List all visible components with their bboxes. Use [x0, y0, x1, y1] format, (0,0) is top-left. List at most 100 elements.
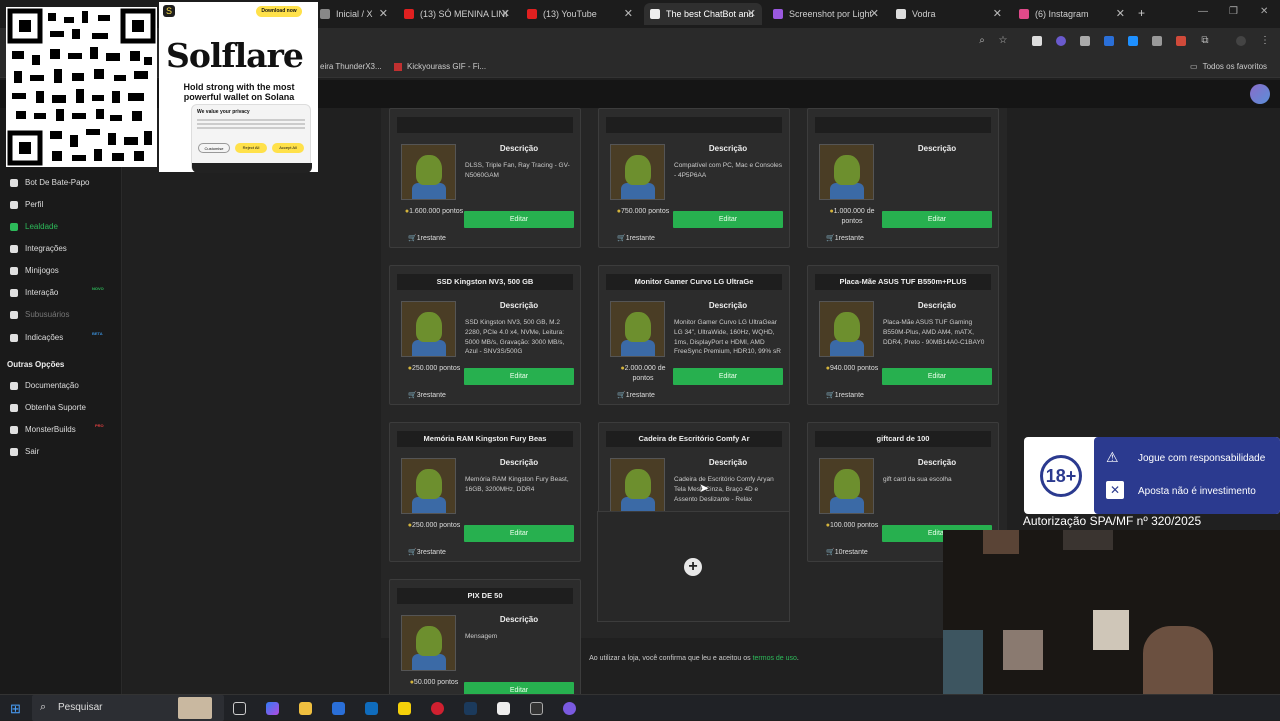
lightshot-icon — [773, 9, 783, 19]
close-icon[interactable]: ✕ — [1116, 7, 1125, 20]
tab-4[interactable]: Screenshot por Light ✕ — [767, 3, 885, 25]
puzzle-icon[interactable]: ⧉ — [1200, 36, 1210, 46]
app-icon[interactable] — [398, 702, 411, 715]
sidebar-item[interactable]: Lealdade — [10, 222, 58, 231]
product-card: SSD Kingston NV3, 500 GB Descrição SSD Kin… — [389, 265, 581, 405]
edit-button[interactable]: Editar — [464, 211, 574, 228]
tab-6[interactable]: (6) Instagram ✕ — [1013, 3, 1131, 25]
product-price: ●250.000 pontos — [407, 365, 461, 372]
sidebar-item[interactable]: Subusuários — [10, 310, 69, 319]
app-icon[interactable] — [497, 702, 510, 715]
file-explorer-icon[interactable] — [299, 702, 312, 715]
product-image — [401, 144, 456, 200]
ad-tagline: Hold strong with the most powerful walle… — [183, 82, 295, 102]
taskbar-search[interactable]: ⌕ Pesquisar — [32, 695, 224, 721]
edit-button[interactable]: Editar — [464, 368, 574, 385]
product-price: ●2.000.000 de pontos — [620, 365, 666, 382]
extension-icon[interactable] — [1032, 36, 1042, 46]
close-icon[interactable]: ✕ — [870, 7, 879, 20]
product-title: Memória RAM Kingston Fury Beas — [397, 431, 573, 447]
store-icon[interactable] — [332, 702, 345, 715]
menu-icon[interactable]: ⋮ — [1260, 36, 1270, 46]
sidebar-item[interactable]: Minijogos — [10, 266, 59, 275]
extension-icon[interactable] — [1152, 36, 1162, 46]
edit-button[interactable]: Editar — [882, 368, 992, 385]
sidebar-item[interactable]: Indicações — [10, 333, 63, 342]
windows-taskbar: ⊞ ⌕ Pesquisar — [0, 694, 1280, 721]
add-icon[interactable]: + — [684, 558, 702, 576]
close-icon[interactable]: ✕ — [624, 7, 633, 20]
product-image — [401, 458, 456, 514]
profile-icon[interactable] — [1236, 36, 1246, 46]
bookmark-item[interactable]: eira ThunderX3... — [320, 62, 382, 71]
close-icon[interactable]: ✕ — [747, 7, 756, 20]
tab-0[interactable]: Inicial / X ✕ — [314, 3, 394, 25]
outlook-icon[interactable] — [365, 702, 378, 715]
accept-all-button[interactable]: Accept All — [272, 143, 304, 153]
close-icon[interactable]: ✕ — [501, 7, 510, 20]
search-highlight-image — [178, 697, 212, 719]
terms-link[interactable]: termos de uso — [753, 655, 797, 662]
maximize-icon[interactable]: ❐ — [1229, 6, 1238, 17]
chatbot-icon — [650, 9, 660, 19]
minimize-icon[interactable]: — — [1198, 6, 1208, 17]
poster — [1093, 610, 1129, 650]
add-product-card[interactable]: + — [597, 511, 790, 622]
edit-button[interactable]: Editar — [882, 211, 992, 228]
product-card: Placa-Mãe ASUS TUF B550m+PLUS Descrição Pl… — [807, 265, 999, 405]
sidebar-item[interactable]: Obtenha Suporte — [10, 403, 86, 412]
task-view-icon[interactable] — [233, 702, 246, 715]
download-button[interactable]: Download now — [256, 6, 302, 17]
youtube-icon — [404, 9, 414, 19]
warning-icon: ⚠ — [1106, 449, 1119, 465]
extension-icon[interactable] — [1104, 36, 1114, 46]
all-bookmarks[interactable]: ▭ Todos os favoritos — [1190, 62, 1267, 71]
zoom-icon[interactable]: ⌕ — [977, 36, 987, 46]
extension-icon[interactable] — [1056, 36, 1066, 46]
reject-all-button[interactable]: Reject All — [235, 143, 267, 153]
opera-icon[interactable] — [431, 702, 444, 715]
bookmark-item[interactable]: Kickyourass GIF - Fi... — [394, 62, 486, 71]
tab-3[interactable]: The best ChatBot and ✕ — [644, 3, 762, 25]
sidebar-item[interactable]: Integrações — [10, 244, 67, 253]
sidebar-item[interactable]: MonsterBuilds — [10, 425, 76, 434]
sidebar-item[interactable]: Bot De Bate-Papo — [10, 178, 89, 187]
product-title — [397, 117, 573, 133]
x-logo-icon — [320, 9, 330, 19]
extension-icon[interactable] — [1176, 36, 1186, 46]
solflare-ad[interactable]: S Download now Solflare Hold strong with… — [159, 2, 318, 173]
edit-button[interactable]: Editar — [673, 211, 783, 228]
sidebar-item[interactable]: Interação — [10, 288, 58, 297]
product-stock: 🛒3restante — [408, 392, 446, 399]
steam-icon[interactable] — [464, 702, 477, 715]
sidebar-item[interactable]: Perfil — [10, 200, 43, 209]
product-image — [819, 144, 874, 200]
extension-icon[interactable] — [1080, 36, 1090, 46]
tab-2[interactable]: (13) YouTube ✕ — [521, 3, 639, 25]
person — [1143, 626, 1213, 694]
sidebar-item-icon — [10, 200, 18, 209]
windows-start-icon[interactable]: ⊞ — [10, 701, 21, 717]
tab-5[interactable]: Vodra ✕ — [890, 3, 1008, 25]
close-icon[interactable]: ✕ — [379, 7, 388, 20]
age-badge: 18+ — [1040, 455, 1082, 497]
tab-1[interactable]: (13) SÓ MENINA LINI ✕ — [398, 3, 516, 25]
window-close-icon[interactable]: ✕ — [1260, 6, 1268, 17]
extension-icon[interactable] — [1128, 36, 1138, 46]
copilot-icon[interactable] — [266, 702, 279, 715]
edit-button[interactable]: Editar — [464, 525, 574, 542]
new-tab-icon[interactable]: + — [1138, 6, 1145, 20]
sidebar-item-label: Indicações — [25, 333, 64, 342]
sidebar — [0, 108, 122, 694]
sidebar-item[interactable]: Documentação — [10, 381, 79, 390]
close-icon[interactable]: ✕ — [993, 7, 1002, 20]
customise-button[interactable]: Customise — [198, 143, 230, 153]
sidebar-item[interactable]: Sair — [10, 447, 39, 456]
product-card: Descrição ●1.000.000 de pontos 🛒1restante E… — [807, 108, 999, 248]
browser-icon[interactable] — [530, 702, 543, 715]
edit-button[interactable]: Editar — [673, 368, 783, 385]
product-image — [610, 458, 665, 514]
discord-icon[interactable] — [563, 702, 576, 715]
user-avatar[interactable] — [1250, 84, 1270, 104]
bookmark-star-icon[interactable]: ☆ — [998, 36, 1008, 46]
